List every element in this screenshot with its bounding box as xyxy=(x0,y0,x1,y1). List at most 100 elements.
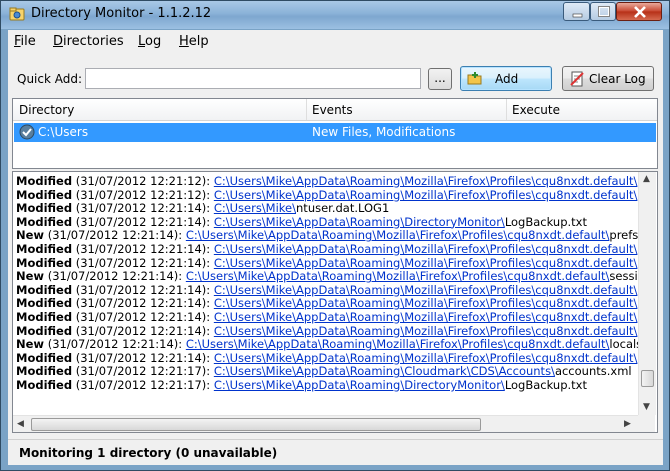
log-entry-file: sessionstore-1.js xyxy=(609,269,638,284)
app-icon xyxy=(9,7,25,21)
log-entry-kind: Modified xyxy=(16,377,73,392)
log-entry: Modified (31/07/2012 12:21:14): C:\Users… xyxy=(16,214,638,230)
log-entry-path-link[interactable]: C:\Users\Mike\AppData\Roaming\Mozilla\Fi… xyxy=(214,242,638,256)
clear-log-button-label: Clear Log xyxy=(589,72,646,86)
status-bar: Monitoring 1 directory (0 unavailable) xyxy=(8,439,663,465)
log-entry-path-link[interactable]: C:\Users\Mike\AppData\Roaming\DirectoryM… xyxy=(214,378,505,392)
log-entry-time: (31/07/2012 12:21:14): xyxy=(72,241,214,256)
log-lines: Modified (31/07/2012 12:21:12): C:\Users… xyxy=(16,175,638,413)
add-button[interactable]: Add xyxy=(460,66,552,91)
maximize-button[interactable] xyxy=(590,2,616,21)
log-entry-time: (31/07/2012 12:21:12): xyxy=(72,187,214,202)
log-entry: New (31/07/2012 12:21:14): C:\Users\Mike… xyxy=(16,269,638,284)
directories-list[interactable]: Directory Events Execute C:\Users New Fi… xyxy=(12,98,658,169)
log-entry-path-link[interactable]: C:\Users\Mike\AppData\Roaming\Mozilla\Fi… xyxy=(186,228,610,243)
log-entry-path-link[interactable]: C:\Users\Mike\ xyxy=(214,201,296,215)
log-entry-kind: Modified xyxy=(16,241,73,256)
vertical-scrollbar[interactable]: ▲ ▼ xyxy=(638,172,656,415)
app-window: Directory Monitor - 1.1.2.12 File Direct… xyxy=(0,0,670,471)
scroll-up-icon[interactable]: ▲ xyxy=(643,174,650,184)
directory-path: C:\Users xyxy=(38,125,89,139)
scroll-down-icon[interactable]: ▼ xyxy=(643,402,650,412)
column-divider[interactable] xyxy=(306,99,307,120)
directory-row[interactable]: C:\Users New Files, Modifications xyxy=(14,123,656,142)
log-panel[interactable]: Modified (31/07/2012 12:21:12): C:\Users… xyxy=(12,171,658,433)
log-entry-kind: Modified xyxy=(16,214,73,229)
log-entry-path-link[interactable]: C:\Users\Mike\AppData\Roaming\DirectoryM… xyxy=(214,215,505,229)
log-entry-kind: Modified xyxy=(16,296,73,311)
log-entry: New (31/07/2012 12:21:14): C:\Users\Mike… xyxy=(16,229,638,243)
log-entry-path-link[interactable]: C:\Users\Mike\AppData\Roaming\Mozilla\Fi… xyxy=(186,337,610,351)
directories-header: Directory Events Execute xyxy=(13,99,657,121)
status-text: Monitoring 1 directory (0 unavailable) xyxy=(19,446,278,460)
log-entry-path-link[interactable]: C:\Users\Mike\AppData\Roaming\Mozilla\Fi… xyxy=(214,256,638,270)
log-entry: New (31/07/2012 12:21:14): C:\Users\Mike… xyxy=(16,337,638,352)
log-entry-path-link[interactable]: C:\Users\Mike\AppData\Roaming\Mozilla\Fi… xyxy=(214,283,638,297)
title-bar[interactable]: Directory Monitor - 1.1.2.12 xyxy=(1,1,669,29)
log-entry-time: (31/07/2012 12:21:14): xyxy=(44,228,186,243)
log-entry-time: (31/07/2012 12:21:14): xyxy=(72,350,214,365)
log-entry-time: (31/07/2012 12:21:14): xyxy=(72,309,214,324)
log-entry: Modified (31/07/2012 12:21:14): C:\Users… xyxy=(16,255,638,271)
log-entry-time: (31/07/2012 12:21:14): xyxy=(72,201,214,216)
log-entry-time: (31/07/2012 12:21:14): xyxy=(72,255,214,270)
log-entry-path-link[interactable]: C:\Users\Mike\AppData\Roaming\Mozilla\Fi… xyxy=(214,188,638,202)
log-entry-path-link[interactable]: C:\Users\Mike\AppData\Roaming\Mozilla\Fi… xyxy=(214,296,638,311)
close-button[interactable] xyxy=(616,2,662,21)
menu-directories[interactable]: Directories xyxy=(53,34,124,49)
column-divider[interactable] xyxy=(506,99,507,120)
minimize-button[interactable] xyxy=(563,2,590,21)
scroll-right-icon[interactable]: ▶ xyxy=(624,419,631,429)
log-entry-time: (31/07/2012 12:21:14): xyxy=(44,269,186,284)
column-events[interactable]: Events xyxy=(312,103,353,117)
log-entry-file: ntuser.dat.LOG1 xyxy=(296,201,390,216)
log-entry: Modified (31/07/2012 12:21:14): C:\Users… xyxy=(16,323,638,339)
log-entry-path-link[interactable]: C:\Users\Mike\AppData\Roaming\Mozilla\Fi… xyxy=(214,175,638,188)
client-area: File Directories Log Help Quick Add: ...… xyxy=(8,30,663,465)
clear-log-button[interactable]: Clear Log xyxy=(562,66,654,91)
quick-add-input[interactable] xyxy=(85,68,421,89)
log-entry-time: (31/07/2012 12:21:14): xyxy=(72,323,214,338)
directory-events: New Files, Modifications xyxy=(312,125,456,139)
log-entry-kind: Modified xyxy=(16,323,73,338)
menu-file[interactable]: File xyxy=(14,34,36,49)
log-entry-file: LogBackup.txt xyxy=(504,214,587,229)
log-entry: Modified (31/07/2012 12:21:12): C:\Users… xyxy=(16,175,638,189)
scroll-left-icon[interactable]: ◀ xyxy=(17,419,24,429)
clear-log-icon xyxy=(570,71,584,87)
log-entry: Modified (31/07/2012 12:21:14): C:\Users… xyxy=(16,297,638,311)
horizontal-scrollbar[interactable]: ◀ ▶ xyxy=(13,415,638,432)
log-entry-kind: Modified xyxy=(16,309,73,324)
log-entry-kind: Modified xyxy=(16,201,73,216)
minimize-icon xyxy=(572,13,583,18)
log-entry: Modified (31/07/2012 12:21:14): C:\Users… xyxy=(16,241,638,257)
log-entry-path-link[interactable]: C:\Users\Mike\AppData\Roaming\Mozilla\Fi… xyxy=(214,324,638,338)
log-entry-kind: Modified xyxy=(16,255,73,270)
log-entry-path-link[interactable]: C:\Users\Mike\AppData\Roaming\Mozilla\Fi… xyxy=(186,269,610,283)
add-button-label: Add xyxy=(495,72,519,86)
menu-bar: File Directories Log Help xyxy=(8,30,663,52)
log-entry: Modified (31/07/2012 12:21:14): C:\Users… xyxy=(16,309,638,325)
menu-help[interactable]: Help xyxy=(179,34,209,49)
log-entry-path-link[interactable]: C:\Users\Mike\AppData\Roaming\Mozilla\Fi… xyxy=(214,310,638,324)
window-title: Directory Monitor - 1.1.2.12 xyxy=(31,6,212,21)
check-icon[interactable] xyxy=(19,124,35,140)
log-entry-path-link[interactable]: C:\Users\Mike\AppData\Roaming\Mozilla\Fi… xyxy=(214,351,638,365)
log-entry-time: (31/07/2012 12:21:14): xyxy=(72,296,214,311)
log-entry-kind: Modified xyxy=(16,187,73,202)
log-entry-time: (31/07/2012 12:21:17): xyxy=(72,377,214,392)
close-icon xyxy=(634,6,646,18)
log-entry-file: LogBackup.txt xyxy=(504,377,587,392)
log-entry: Modified (31/07/2012 12:21:14): C:\Users… xyxy=(16,282,638,298)
log-entry-kind: New xyxy=(16,337,45,352)
log-entry-time: (31/07/2012 12:21:14): xyxy=(72,282,214,297)
log-entry: Modified (31/07/2012 12:21:17): C:\Users… xyxy=(16,377,638,393)
browse-button[interactable]: ... xyxy=(428,68,452,90)
log-entry-path-link[interactable]: C:\Users\Mike\AppData\Roaming\Cloudmark\… xyxy=(214,364,555,379)
menu-log[interactable]: Log xyxy=(138,34,161,49)
vertical-scroll-thumb[interactable] xyxy=(641,370,654,387)
column-execute[interactable]: Execute xyxy=(512,103,560,117)
column-directory[interactable]: Directory xyxy=(19,103,74,117)
log-entry-kind: Modified xyxy=(16,350,73,365)
horizontal-scroll-thumb[interactable] xyxy=(31,418,481,431)
